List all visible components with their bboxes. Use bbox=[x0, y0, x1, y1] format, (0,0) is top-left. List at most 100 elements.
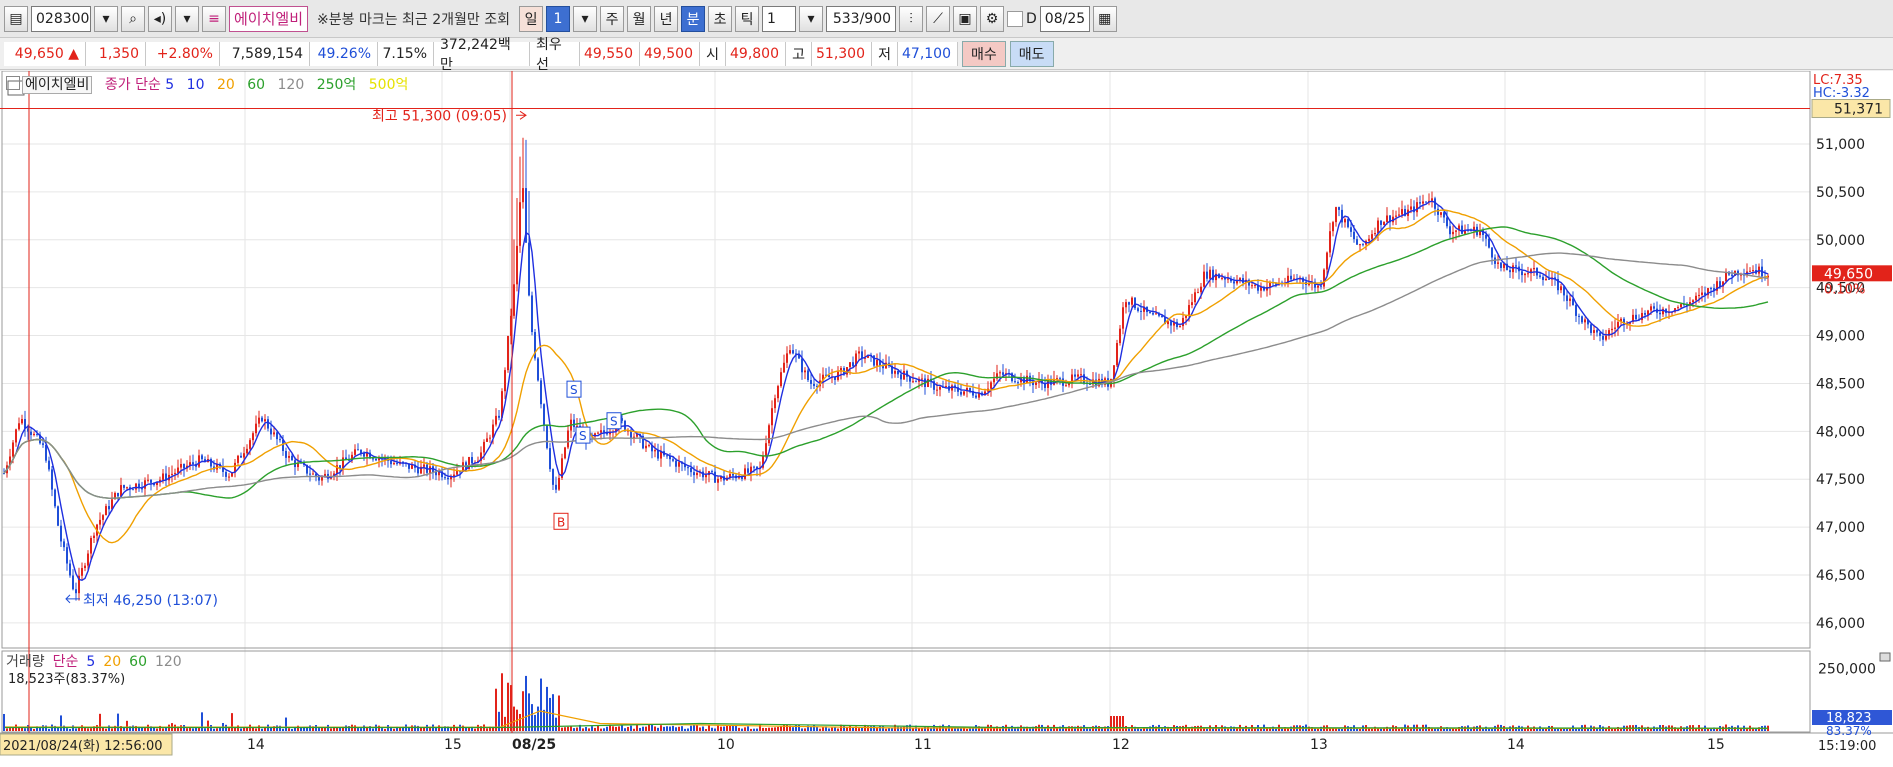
candle-body bbox=[21, 419, 23, 424]
period-tick[interactable]: 틱 bbox=[735, 5, 760, 32]
period-week[interactable]: 주 bbox=[600, 5, 625, 32]
search-icon[interactable]: ⌕ bbox=[121, 5, 145, 32]
candle-body bbox=[45, 444, 47, 461]
volume-bar bbox=[498, 711, 500, 731]
speaker-icon[interactable]: ◂) bbox=[148, 5, 172, 32]
volume-bar bbox=[774, 727, 776, 731]
volume-bar bbox=[891, 728, 893, 731]
interval-input[interactable]: 1 bbox=[762, 5, 797, 32]
buy-button[interactable]: 매수 bbox=[962, 40, 1006, 67]
date-checkbox[interactable] bbox=[1007, 10, 1024, 27]
volume-bar bbox=[1218, 728, 1220, 731]
stock-code-input[interactable]: 028300 bbox=[31, 5, 91, 32]
candle-body bbox=[1128, 302, 1130, 305]
sell-button[interactable]: 매도 bbox=[1009, 40, 1054, 67]
volume-bar bbox=[363, 725, 365, 731]
candle-body bbox=[1584, 319, 1586, 323]
gear-icon[interactable]: ⚙ bbox=[980, 5, 1005, 32]
price-legend: 에이치엘비 종가 단순 5 10 20 60 120 250억 500억 bbox=[6, 74, 416, 94]
candle-body bbox=[1575, 305, 1577, 316]
date-input[interactable]: 08/25 bbox=[1039, 5, 1090, 32]
candle-body bbox=[747, 468, 749, 473]
volume-bar bbox=[585, 727, 587, 731]
stock-name[interactable]: 에이치엘비 bbox=[229, 5, 309, 32]
candle-body bbox=[792, 350, 794, 354]
volume-bar bbox=[411, 725, 413, 731]
volume-bar bbox=[381, 728, 383, 731]
volume-bar bbox=[651, 724, 653, 731]
period-dropdown-icon[interactable]: ▾ bbox=[573, 5, 598, 32]
period-year[interactable]: 년 bbox=[654, 5, 679, 32]
candle-body bbox=[780, 372, 782, 387]
volume-ma120: 120 bbox=[154, 654, 182, 670]
candle-body bbox=[471, 457, 473, 464]
period-minute[interactable]: 분 bbox=[681, 5, 706, 32]
volume-bar bbox=[1557, 728, 1559, 731]
legend-square-icon[interactable] bbox=[6, 76, 20, 90]
volume-bar bbox=[606, 726, 608, 731]
candle-body bbox=[1347, 219, 1349, 228]
candle-body bbox=[261, 417, 263, 422]
volume-bar bbox=[42, 725, 44, 731]
volume-bar bbox=[213, 728, 215, 731]
volume-bar bbox=[1398, 728, 1400, 731]
candle-body bbox=[1179, 326, 1181, 328]
chart-menu-icon[interactable]: ▤ bbox=[4, 5, 28, 32]
volume-bar bbox=[678, 726, 680, 731]
save-icon[interactable]: ▣ bbox=[953, 5, 978, 32]
calendar-icon[interactable]: ▦ bbox=[1092, 5, 1117, 32]
candle-body bbox=[396, 463, 398, 465]
period-day-count[interactable]: 1 bbox=[546, 5, 571, 32]
high-annotation: 최고 51,300 (09:05) bbox=[372, 108, 507, 124]
candle-body bbox=[1635, 314, 1637, 320]
volume-bar bbox=[723, 726, 725, 731]
candle-body bbox=[915, 381, 917, 383]
candle-body bbox=[1524, 273, 1526, 276]
candle-body bbox=[1581, 316, 1583, 323]
volume-bar bbox=[156, 728, 158, 731]
candle-body bbox=[183, 463, 185, 469]
volume-bar bbox=[684, 728, 686, 731]
code-dropdown-icon[interactable]: ▾ bbox=[94, 5, 118, 32]
volume-ratio: 49.26% bbox=[310, 41, 378, 66]
volume-bar bbox=[231, 713, 233, 731]
candle-body bbox=[1410, 206, 1412, 210]
volume-bar bbox=[540, 678, 542, 731]
candle-body bbox=[1359, 244, 1361, 246]
legend-stock-name[interactable]: 에이치엘비 bbox=[22, 76, 93, 94]
volume-bar bbox=[261, 728, 263, 731]
volume-bar bbox=[1578, 728, 1580, 731]
volume-bar bbox=[291, 728, 293, 731]
period-day[interactable]: 일 bbox=[519, 5, 544, 32]
volume-bar bbox=[3, 713, 5, 731]
turnover-ratio: 7.15% bbox=[378, 41, 434, 66]
candle-body bbox=[126, 487, 128, 489]
group-icon[interactable]: ≡ bbox=[202, 5, 226, 32]
volume-bar bbox=[639, 727, 641, 731]
price-tick-label: 47,000 bbox=[1816, 520, 1865, 536]
period-second[interactable]: 초 bbox=[708, 5, 733, 32]
candle-body bbox=[1590, 324, 1592, 333]
volume-bar bbox=[1110, 716, 1112, 731]
volume-bar bbox=[795, 724, 797, 731]
volume-bar bbox=[330, 728, 332, 731]
candle-settings-icon[interactable]: ⫶ bbox=[899, 5, 924, 32]
volume-current: 18,523주(83.37%) bbox=[8, 672, 126, 687]
interval-dropdown-icon[interactable]: ▾ bbox=[799, 5, 824, 32]
candle-body bbox=[72, 575, 74, 590]
volume-bar bbox=[714, 728, 716, 731]
volume-bar bbox=[78, 727, 80, 731]
line-tool-icon[interactable]: ⟋ bbox=[926, 5, 951, 32]
volume-bar bbox=[555, 717, 557, 731]
volume-bar bbox=[1716, 728, 1718, 731]
count-input[interactable]: 533/900 bbox=[826, 5, 897, 32]
stock-chart[interactable]: 51,00050,50050,00049,50049,00048,50048,0… bbox=[0, 71, 1893, 767]
speaker-dropdown-icon[interactable]: ▾ bbox=[175, 5, 199, 32]
candle-body bbox=[15, 429, 17, 443]
period-month[interactable]: 월 bbox=[627, 5, 652, 32]
candle-body bbox=[744, 468, 746, 479]
candle-body bbox=[939, 386, 941, 390]
candle-body bbox=[258, 417, 260, 424]
candle-body bbox=[87, 553, 89, 566]
volume-bar bbox=[216, 728, 218, 731]
